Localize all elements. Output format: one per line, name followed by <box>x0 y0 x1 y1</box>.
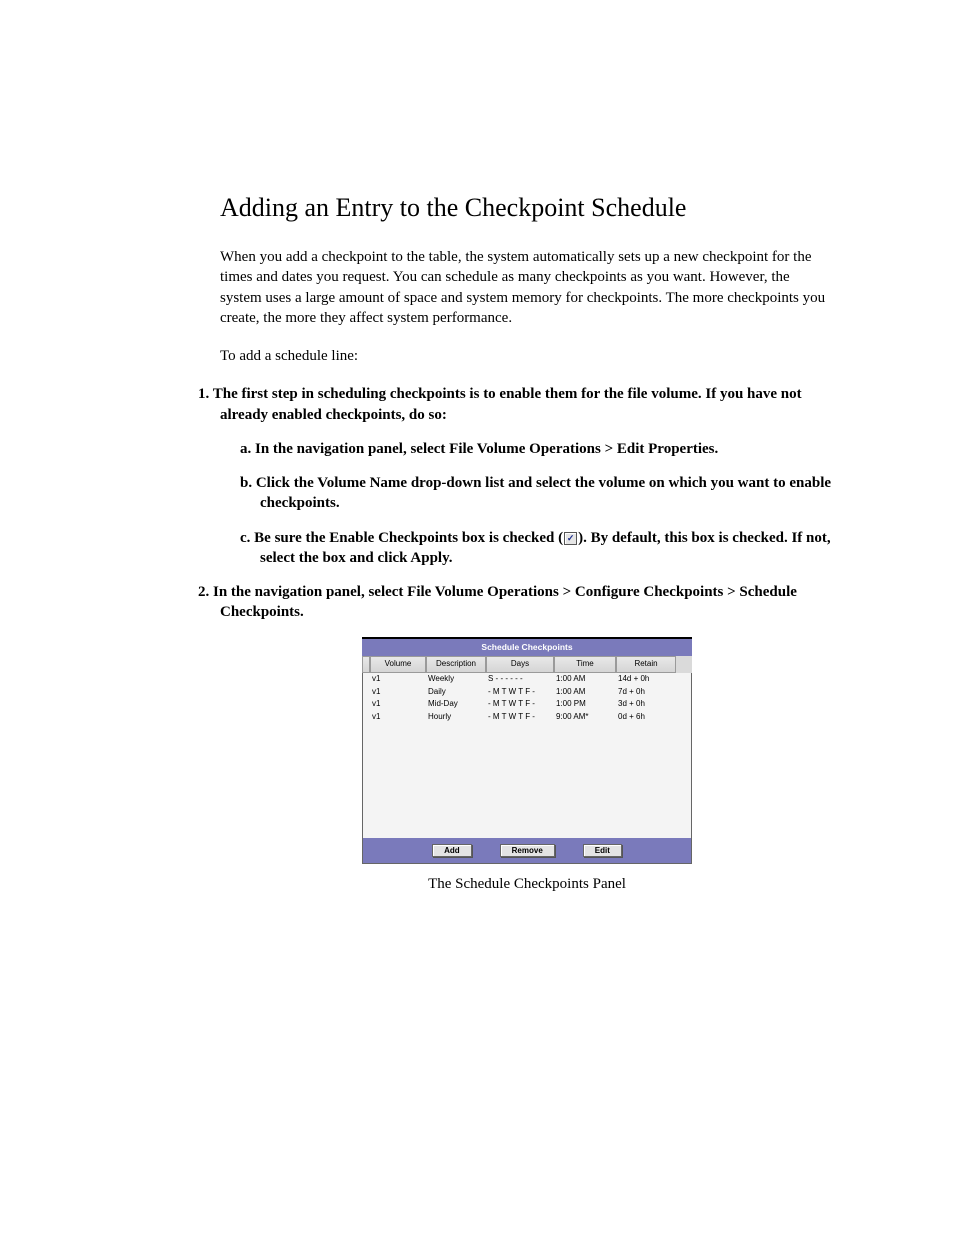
cell-description: Hourly <box>425 711 485 724</box>
edit-button[interactable]: Edit <box>583 844 622 857</box>
cell-days: S - - - - - - <box>485 673 553 686</box>
cell-volume: v1 <box>369 673 425 686</box>
step-1c-number: c. <box>240 530 250 546</box>
checkbox-checked-icon: ✓ <box>564 532 577 545</box>
step-1c: c. Be sure the Enable Checkpoints box is… <box>240 528 834 569</box>
step-2: 2. In the navigation panel, select File … <box>198 582 834 623</box>
remove-button[interactable]: Remove <box>500 844 555 857</box>
schedule-checkpoints-panel: Schedule Checkpoints Volume Description … <box>362 637 692 864</box>
cell-description: Daily <box>425 686 485 699</box>
table-row[interactable]: v1 Daily - M T W T F - 1:00 AM 7d + 0h <box>363 686 691 699</box>
step-1: 1. The first step in scheduling checkpoi… <box>198 384 834 568</box>
cell-days: - M T W T F - <box>485 686 553 699</box>
step-1a: a. In the navigation panel, select File … <box>240 439 834 459</box>
header-retain[interactable]: Retain <box>616 656 676 673</box>
table-row[interactable]: v1 Mid-Day - M T W T F - 1:00 PM 3d + 0h <box>363 698 691 711</box>
step-1a-text: In the navigation panel, select File Vol… <box>255 441 718 457</box>
panel-header-row: Volume Description Days Time Retain <box>362 656 692 673</box>
panel-footer: Add Remove Edit <box>362 838 692 864</box>
step-2-text: In the navigation panel, select File Vol… <box>213 584 797 620</box>
cell-retain: 0d + 6h <box>615 711 675 724</box>
panel-caption: The Schedule Checkpoints Panel <box>220 874 834 894</box>
cell-volume: v1 <box>369 686 425 699</box>
cell-retain: 14d + 0h <box>615 673 675 686</box>
panel-title: Schedule Checkpoints <box>362 639 692 656</box>
step-1b-number: b. <box>240 475 252 491</box>
table-row[interactable]: v1 Hourly - M T W T F - 9:00 AM* 0d + 6h <box>363 711 691 724</box>
cell-time: 9:00 AM* <box>553 711 615 724</box>
header-time[interactable]: Time <box>554 656 616 673</box>
table-row[interactable]: v1 Weekly S - - - - - - 1:00 AM 14d + 0h <box>363 673 691 686</box>
header-volume[interactable]: Volume <box>370 656 426 673</box>
step-1c-text-before: Be sure the Enable Checkpoints box is ch… <box>254 530 563 546</box>
cell-days: - M T W T F - <box>485 698 553 711</box>
cell-time: 1:00 PM <box>553 698 615 711</box>
step-2-number: 2. <box>198 584 209 600</box>
step-1b: b. Click the Volume Name drop-down list … <box>240 473 834 514</box>
panel-body: v1 Weekly S - - - - - - 1:00 AM 14d + 0h… <box>362 673 692 838</box>
cell-description: Mid-Day <box>425 698 485 711</box>
step-1b-text: Click the Volume Name drop-down list and… <box>256 475 831 511</box>
cell-description: Weekly <box>425 673 485 686</box>
cell-volume: v1 <box>369 711 425 724</box>
intro-paragraph: When you add a checkpoint to the table, … <box>220 247 834 328</box>
cell-volume: v1 <box>369 698 425 711</box>
cell-time: 1:00 AM <box>553 673 615 686</box>
step-1-number: 1. <box>198 386 209 402</box>
add-button[interactable]: Add <box>432 844 472 857</box>
cell-retain: 7d + 0h <box>615 686 675 699</box>
header-description[interactable]: Description <box>426 656 486 673</box>
header-days[interactable]: Days <box>486 656 554 673</box>
step-1-text: The first step in scheduling checkpoints… <box>213 386 802 422</box>
step-1a-number: a. <box>240 441 251 457</box>
lead-paragraph: To add a schedule line: <box>220 346 834 366</box>
cell-days: - M T W T F - <box>485 711 553 724</box>
page-heading: Adding an Entry to the Checkpoint Schedu… <box>220 190 834 225</box>
cell-retain: 3d + 0h <box>615 698 675 711</box>
header-lead <box>362 656 370 673</box>
cell-time: 1:00 AM <box>553 686 615 699</box>
